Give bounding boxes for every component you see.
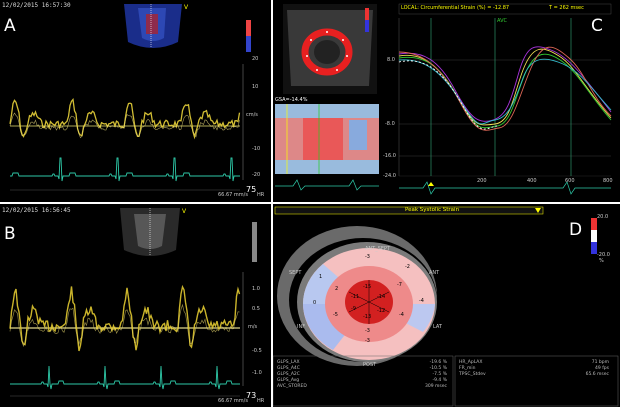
scale-a-2: -10 [252, 146, 261, 152]
table-row: TPSC_Stdev 65.6 msec [459, 372, 609, 377]
inner-val-1: -14 [377, 294, 386, 300]
avc-marker: AVC [497, 18, 508, 24]
strain-header: LOCAL: Circumferential Strain (%) = -12.… [401, 5, 510, 11]
unit-b: m/s [248, 324, 258, 330]
outer-val-2: -4 [419, 298, 424, 304]
scale-a-1: 10 [252, 84, 259, 90]
inner-val-4: -9 [351, 306, 356, 312]
x-tick-1: 400 [527, 178, 537, 184]
seg-label-ant-sept: ANT_SEPT [365, 246, 391, 252]
panel-divider-horizontal [0, 202, 620, 204]
y-tick-1: -8.0 [385, 121, 395, 127]
panel-d-bullseye: Peak Systolic Strain D 20.0 -20.0 % ANT_… [273, 204, 620, 407]
outer-val-7: -4 [399, 312, 404, 318]
ecg-trace-a [10, 157, 240, 182]
timestamp-b: 12/02/2015 16:56:45 [2, 207, 71, 214]
gsa-readout: GSA=-14.4% [275, 97, 308, 103]
panel-a-pulsed-doppler: V A 12/02/2015 16:57:30 20 10 -10 -20 cm… [0, 0, 271, 202]
outer-val-6: -7 [397, 282, 402, 288]
bullseye-title: Peak Systolic Strain [405, 207, 460, 213]
panel-a-graphics: V [9, 4, 251, 191]
panel-b-label: B [4, 224, 16, 244]
panel-b-pulsed-doppler: V B 12/02/2015 16:56:45 1.0 0.5 -0.5 -1.… [0, 204, 271, 407]
panel-c-strain-curves: C LOCAL: Circumferential Strain (%) = -1… [273, 0, 620, 202]
acquisition-table: HR_ApLAX 71 bpm FR_min 49 fps TPSC_Stdev 65… [459, 360, 609, 378]
hr-label-a: HR [257, 192, 265, 198]
hr-value-b: 73 [246, 391, 257, 400]
panel-b-graphics: V [9, 208, 257, 397]
y-tick-3: -24.0 [383, 173, 396, 179]
seg-label-lat: LAT [433, 324, 442, 330]
outer-val-8: -3 [365, 328, 370, 334]
scale-b-1: 0.5 [252, 306, 260, 312]
global-strain-table: GLPS_LAX -19.6 % GLPS_A4C -10.5 % GLPS_A2C… [277, 360, 447, 390]
inner-val-5: -11 [351, 294, 360, 300]
hr-label-b: HR [257, 398, 265, 404]
outer-val-0: -3 [365, 254, 370, 260]
scale-a-0: 20 [252, 56, 259, 62]
hr-value-a: 75 [246, 185, 257, 194]
scale-b-0: 1.0 [252, 286, 260, 292]
seg-label-inf: INF [297, 324, 306, 330]
scale-b-3: -1.0 [252, 370, 262, 376]
outer-val-1: -2 [405, 264, 410, 270]
doppler-waveform-a [9, 97, 241, 140]
timestamp-a: 12/02/2015 16:57:30 [2, 2, 71, 9]
outer-val-4: 0 [313, 300, 317, 306]
bar-unit: % [599, 258, 604, 264]
sweep-b: 66.67 mm/s [218, 398, 248, 404]
seg-label-sept: SEPT [289, 270, 302, 276]
scale-b-2: -0.5 [252, 348, 262, 354]
y-tick-2: -16.0 [383, 153, 396, 159]
inner-val-3: -13 [363, 314, 372, 320]
y-tick-0: 8.0 [387, 57, 395, 63]
panel-c-graphics [275, 3, 612, 195]
bar-top: 20.0 [597, 214, 609, 220]
x-tick-3: 800 [603, 178, 613, 184]
outer-val-5: 1 [319, 274, 323, 280]
x-tick-2: 600 [565, 178, 575, 184]
sweep-a: 66.67 mm/s [218, 192, 248, 198]
table-row: AVC_STORED 309 msec [277, 384, 447, 389]
svg-text:V: V [182, 208, 187, 215]
inner-val-0: -15 [363, 284, 372, 290]
scale-a-3: -20 [252, 172, 261, 178]
svg-text:V: V [184, 4, 189, 11]
outer-val-3: -3 [365, 338, 370, 344]
outer-val-10: 2 [335, 286, 339, 292]
panel-a-label: A [4, 16, 16, 36]
seg-label-ant: ANT [429, 270, 440, 276]
panel-d-label: D [569, 220, 583, 240]
inner-val-2: -12 [377, 308, 386, 314]
x-tick-0: 200 [477, 178, 487, 184]
outer-val-9: -5 [333, 312, 338, 318]
time-readout: T = 262 msec [549, 5, 584, 11]
panel-c-label: C [591, 16, 603, 36]
ecg-trace-b [10, 365, 240, 390]
unit-a: cm/s [246, 112, 258, 118]
